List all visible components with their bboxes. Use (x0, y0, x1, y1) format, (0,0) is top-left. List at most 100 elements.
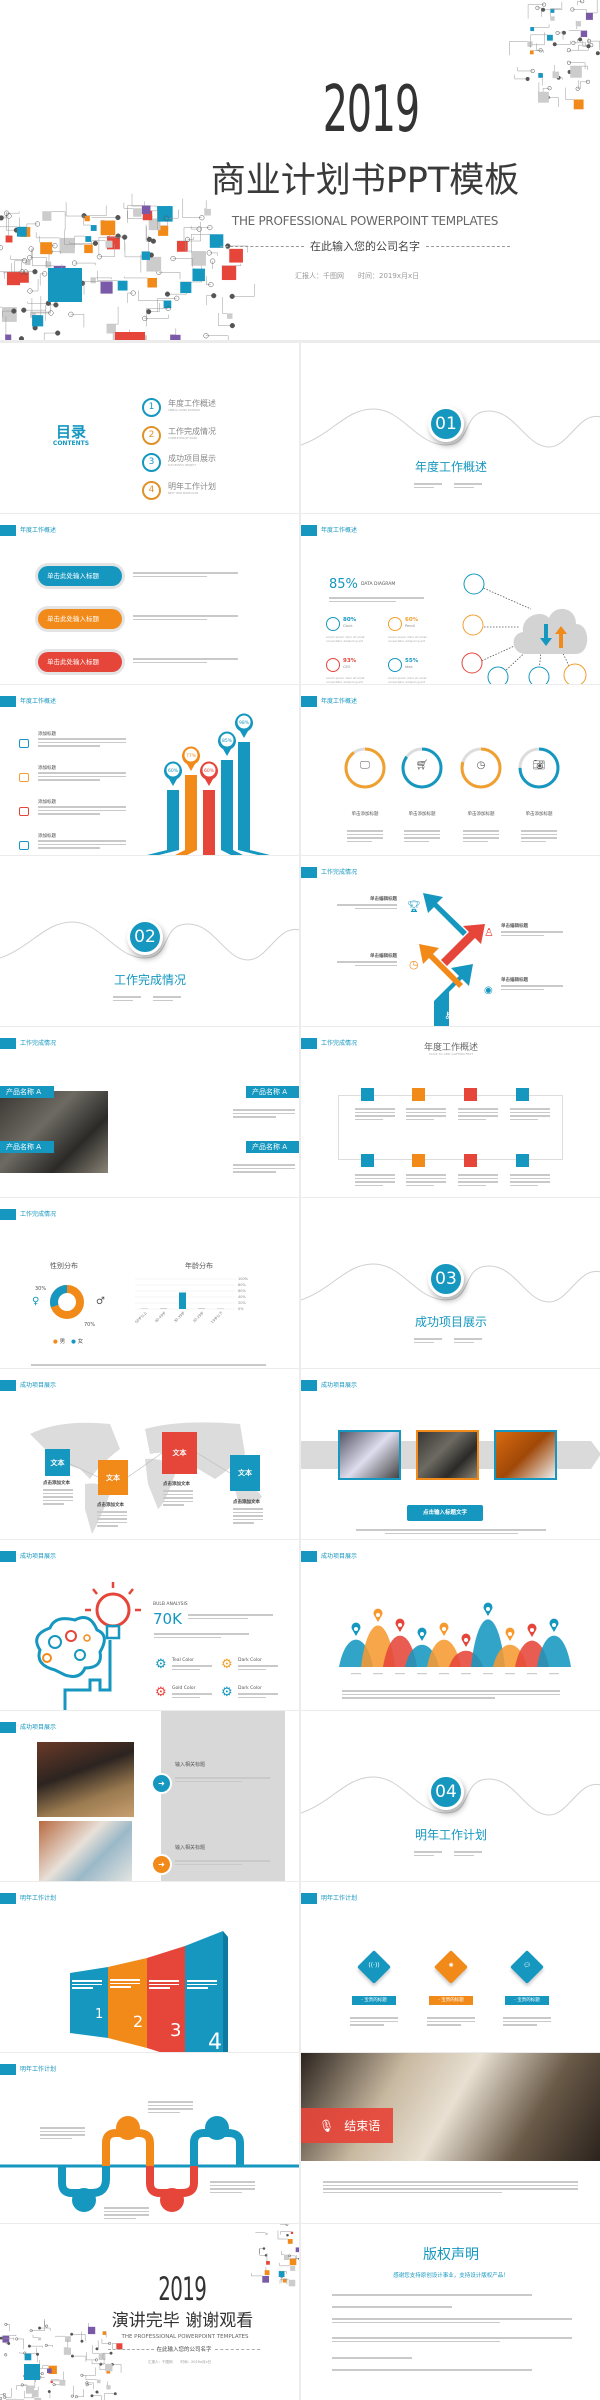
camera-icon: 📷︎ (532, 760, 546, 771)
perspective-blocks (70, 1931, 228, 2052)
map-caption: 点击添加文本 (233, 1500, 260, 1505)
pin-dot (552, 1623, 556, 1627)
circuit-trace (106, 306, 119, 325)
toc-item-label[interactable]: 明年工作计划 (168, 481, 216, 492)
bar-pins-slide: 年度工作概述 添加标题 添加标题 添加标题 添加标题 60% 77% 60% 85% 98% (0, 685, 299, 855)
placeholder-text-lines (175, 1777, 270, 1782)
toc-number-2[interactable]: 2 (142, 425, 161, 445)
circuit-node (95, 2347, 99, 2351)
map-text-box[interactable]: 文本 (45, 1449, 70, 1476)
age-bar (198, 1308, 205, 1309)
title-pill[interactable]: 单击此处输入标题 (38, 609, 122, 629)
circuit-square (96, 2379, 101, 2384)
circuit-node (541, 7, 546, 12)
circuit-trace (112, 2364, 122, 2373)
search-icon (464, 1154, 477, 1167)
clipboard-icon (412, 1088, 425, 1101)
laptop-photo (39, 1821, 132, 1881)
circuit-node (146, 236, 152, 242)
text-line (38, 847, 100, 849)
circuit-square (45, 261, 52, 268)
stat-label: CEO (343, 665, 351, 669)
age-category-label: 40-49岁 (154, 1310, 168, 1324)
circuit-trace (32, 2334, 39, 2338)
placeholder-text-lines (172, 1665, 212, 1670)
text-line (43, 1492, 73, 1494)
database-node-icon (487, 666, 509, 684)
gender-title: 性别分布 (50, 1262, 78, 1270)
circuit-node (262, 2247, 266, 2250)
title-pill[interactable]: 单击此处输入标题 (38, 566, 122, 586)
text-line (238, 1696, 266, 1698)
circuit-node (286, 2233, 289, 2237)
bulb-title: BULB ANALYSIS (153, 1602, 188, 1607)
placeholder-text-lines (414, 483, 442, 488)
age-category-label: 30-39岁 (173, 1310, 187, 1324)
gear-icon: ⚙ (155, 1685, 167, 1700)
circuit-square (191, 251, 206, 266)
text-line (350, 2017, 398, 2019)
text-line (323, 2181, 578, 2183)
circuit-square (147, 277, 157, 288)
text-line (175, 1863, 242, 1865)
map-text-box[interactable]: 文本 (230, 1455, 260, 1491)
text-line (406, 1174, 446, 1176)
text-line (154, 1636, 221, 1638)
text-line (187, 1987, 208, 1989)
text-line (233, 1518, 263, 1520)
text-line (404, 840, 430, 842)
map-text-box[interactable]: 文本 (162, 1432, 197, 1474)
placeholder-text-lines (133, 615, 238, 620)
text-line (133, 615, 238, 617)
map-text-box[interactable]: 文本 (98, 1460, 128, 1495)
circuit-node (0, 2336, 3, 2340)
arrow-circle-2: ➜ (153, 1856, 170, 1873)
circuit-trace (39, 2359, 47, 2369)
text-line (148, 2108, 193, 2110)
hill-caption-line (417, 1673, 427, 1675)
title-button[interactable]: 点击输入标题文字 (407, 1505, 483, 1521)
ending-slide: 🎙︎ 结束语 (301, 2053, 600, 2223)
text-line (458, 1108, 498, 1110)
text-line (133, 572, 238, 574)
circuit-node (32, 269, 38, 275)
toc-number-1[interactable]: 1 (142, 398, 161, 417)
text-line (355, 1108, 395, 1110)
text-line (38, 745, 100, 747)
title-pill[interactable]: 单击此处输入标题 (38, 652, 122, 672)
circuit-square (550, 16, 555, 21)
pencil-icon (388, 617, 402, 631)
pin-label: 77% (186, 753, 197, 759)
stat-value: 60% (405, 617, 419, 623)
diamond-label: - 宝贵的标题 (429, 1996, 473, 2005)
text-line (501, 985, 563, 987)
circuit-trace (70, 314, 85, 328)
text-line (427, 2017, 475, 2019)
circuit-trace (123, 276, 148, 279)
text-line (43, 1496, 73, 1498)
text-line (323, 2191, 502, 2193)
header-marker (301, 1380, 317, 1391)
circuit-node (70, 2332, 74, 2336)
text-line (110, 1982, 140, 1984)
toc-number-3[interactable]: 3 (142, 453, 161, 472)
text-line (175, 1780, 242, 1782)
placeholder-text-lines (355, 1174, 395, 1186)
circuit-square (290, 2231, 294, 2235)
toc-item-label[interactable]: 年度工作概述 (168, 398, 216, 409)
text-line (187, 1980, 217, 1982)
placeholder-text-lines (454, 1851, 482, 1856)
arrow-04 (423, 893, 467, 936)
circuit-trace (29, 2345, 43, 2348)
circuit-square (24, 2353, 32, 2361)
circuit-square (157, 206, 173, 222)
placeholder-text-lines (172, 1693, 212, 1698)
rings-slide: 年度工作概述 🖵 单击添加标题 🛒︎ 单击添加标题 ◷ 单击添加标题 📷︎ 单击添加标题 (301, 685, 600, 855)
toc-item-label[interactable]: 工作完成情况 (168, 426, 216, 437)
toc-number-4[interactable]: 4 (142, 480, 161, 500)
circuit-square (105, 240, 113, 248)
gear-icon: ✺ (448, 1962, 454, 1969)
toc-item-label[interactable]: 成功项目展示 (168, 453, 216, 464)
eye-icon: ◉ (484, 985, 493, 996)
text-line (458, 1181, 498, 1183)
